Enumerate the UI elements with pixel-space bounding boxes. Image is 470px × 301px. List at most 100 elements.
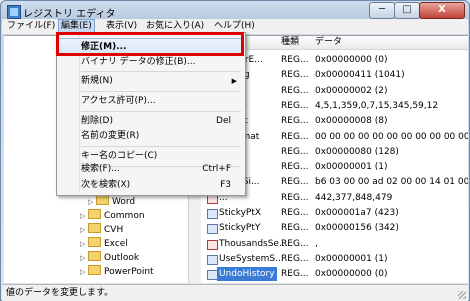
- resize-grip-icon[interactable]: [458, 291, 466, 299]
- menu-item-label: 検索(F)...: [81, 164, 120, 174]
- window-title: レジストリ エディタ: [23, 9, 116, 20]
- value-row[interactable]: StickyPtX REG... 0x000001a7 (423): [201, 206, 468, 220]
- menu-separator: [81, 111, 241, 112]
- menu-item-find[interactable]: 検索(F)... Ctrl+F: [59, 161, 243, 177]
- folder-icon: [96, 195, 109, 205]
- highlight-annotation-box: [56, 32, 244, 56]
- close-button[interactable]: X: [419, 2, 465, 19]
- value-row[interactable]: StickyPtY REG... 0x00000156 (342): [201, 221, 468, 235]
- folder-icon: [88, 209, 101, 219]
- value-type: REG...: [281, 192, 309, 203]
- value-name: UseSystemS...: [219, 253, 284, 264]
- tree-item-excel[interactable]: ▷ Excel: [80, 237, 128, 251]
- menu-item-shortcut: Del: [216, 116, 231, 126]
- value-name: StickyPtX: [219, 208, 262, 218]
- expand-arrow-icon[interactable]: ▷: [80, 241, 85, 248]
- value-type: REG...: [281, 253, 309, 264]
- menu-separator: [81, 91, 241, 92]
- maximize-button[interactable]: □: [394, 2, 420, 19]
- column-header-type[interactable]: 種類: [281, 36, 299, 49]
- status-text: 値のデータを変更します。: [6, 288, 114, 298]
- folder-icon: [88, 223, 101, 233]
- value-type: REG...: [281, 269, 309, 280]
- tree-item-label: PowerPoint: [104, 267, 154, 277]
- menu-item-label: バイナリ データの修正(B)...: [81, 57, 196, 67]
- tree-item-label: Excel: [104, 239, 128, 249]
- tree-item-label: Outlook: [104, 253, 140, 263]
- menu-item-rename[interactable]: 名前の変更(R): [59, 128, 243, 144]
- value-name: StickyPtY: [219, 223, 261, 234]
- tree-item-label: Common: [104, 211, 145, 221]
- tree-item-word[interactable]: ▷ Word: [88, 195, 135, 209]
- menu-item-label: 名前の変更(R): [81, 131, 140, 141]
- folder-icon: [88, 237, 101, 247]
- menu-item-modify-binary[interactable]: バイナリ データの修正(B)...: [59, 54, 243, 70]
- menu-separator: [81, 71, 241, 72]
- value-data: 0x00000156 (342): [315, 223, 399, 234]
- value-data: 0x00000008 (8): [315, 116, 388, 127]
- menu-separator: [81, 146, 241, 147]
- binary-value-icon: [207, 224, 218, 235]
- menu-item-label: 次を検索(X): [81, 180, 131, 190]
- menu-item-find-next[interactable]: 次を検索(X) F3: [59, 177, 243, 193]
- menu-item-label: アクセス許可(P)...: [81, 96, 156, 106]
- tree-item-cvh[interactable]: ▷ CVH: [80, 223, 123, 237]
- value-data: b6 03 00 00 ad 02 00 00 14 01 00 00: [315, 177, 468, 188]
- tree-item-label: CVH: [104, 225, 124, 235]
- tree-item-common[interactable]: ▷ Common: [80, 209, 145, 223]
- value-data: 4,5,1,359,0,7,15,345,59,12: [315, 100, 439, 111]
- value-name: UndoHistory: [217, 267, 277, 282]
- binary-value-icon: [207, 254, 218, 265]
- menu-item-permissions[interactable]: アクセス許可(P)...: [59, 93, 243, 109]
- value-data: ,: [315, 238, 318, 249]
- tree-item-powerpoint[interactable]: ▷ PowerPoint: [80, 265, 154, 279]
- menu-item-new[interactable]: 新規(N) ▶: [59, 73, 243, 89]
- binary-value-icon: [207, 209, 218, 219]
- registry-editor-icon: [7, 5, 21, 19]
- submenu-arrow-icon: ▶: [231, 77, 237, 85]
- menu-file[interactable]: ファイル(F): [5, 20, 57, 33]
- value-row[interactable]: ThousandsSe... REG...,: [201, 237, 468, 251]
- column-header-data[interactable]: データ: [315, 36, 342, 49]
- value-data: 0x00000001 (1): [315, 253, 388, 264]
- minimize-button[interactable]: ─: [369, 2, 395, 19]
- menu-item-shortcut: F3: [220, 180, 231, 190]
- folder-icon: [88, 265, 101, 275]
- value-type: REG...: [281, 177, 309, 188]
- value-data: 00 00 00 00 00 00 00 00 00 00 00 00 00: [315, 131, 468, 142]
- value-type: REG...: [281, 146, 309, 157]
- value-type: REG...: [281, 116, 309, 127]
- value-type: REG...: [281, 85, 309, 96]
- menu-item-label: 削除(D): [81, 116, 113, 126]
- value-data: 0x00000000 (0): [315, 55, 388, 65]
- tree-item-outlook[interactable]: ▷ Outlook: [80, 251, 139, 265]
- menu-item-shortcut: Ctrl+F: [202, 164, 231, 174]
- expand-arrow-icon[interactable]: ▷: [80, 227, 85, 234]
- value-data: 0x00000080 (128): [315, 146, 399, 157]
- value-type: REG...: [281, 208, 309, 218]
- string-value-icon: [207, 239, 218, 250]
- value-row[interactable]: UndoHistory REG... 0x00000000 (0): [201, 267, 468, 282]
- value-type: REG...: [281, 131, 309, 142]
- value-data: 0x00000001 (1): [315, 162, 388, 173]
- value-data: 0x00000000 (0): [315, 269, 388, 280]
- value-type: REG...: [281, 55, 309, 65]
- expand-arrow-icon[interactable]: ▷: [80, 269, 85, 276]
- menu-item-delete[interactable]: 削除(D) Del: [59, 113, 243, 129]
- value-name: ThousandsSe...: [219, 238, 288, 249]
- expand-arrow-icon[interactable]: ▷: [88, 199, 93, 206]
- value-type: REG...: [281, 238, 309, 249]
- title-bar[interactable]: レジストリ エディタ ─ □ X: [1, 1, 469, 21]
- value-data: 0x00000002 (2): [315, 85, 388, 96]
- menu-item-label: 新規(N): [81, 76, 113, 86]
- value-row[interactable]: UseSystemS... REG... 0x00000001 (1): [201, 252, 468, 266]
- folder-icon: [88, 251, 101, 261]
- value-data: 442,377,848,479: [315, 192, 393, 203]
- value-type: REG...: [281, 70, 309, 81]
- value-data: 0x000001a7 (423): [315, 208, 399, 218]
- value-type: REG...: [281, 223, 309, 234]
- status-bar: 値のデータを変更します。: [2, 284, 468, 301]
- expand-arrow-icon[interactable]: ▷: [80, 213, 85, 220]
- value-type: REG...: [281, 162, 309, 173]
- expand-arrow-icon[interactable]: ▷: [80, 255, 85, 262]
